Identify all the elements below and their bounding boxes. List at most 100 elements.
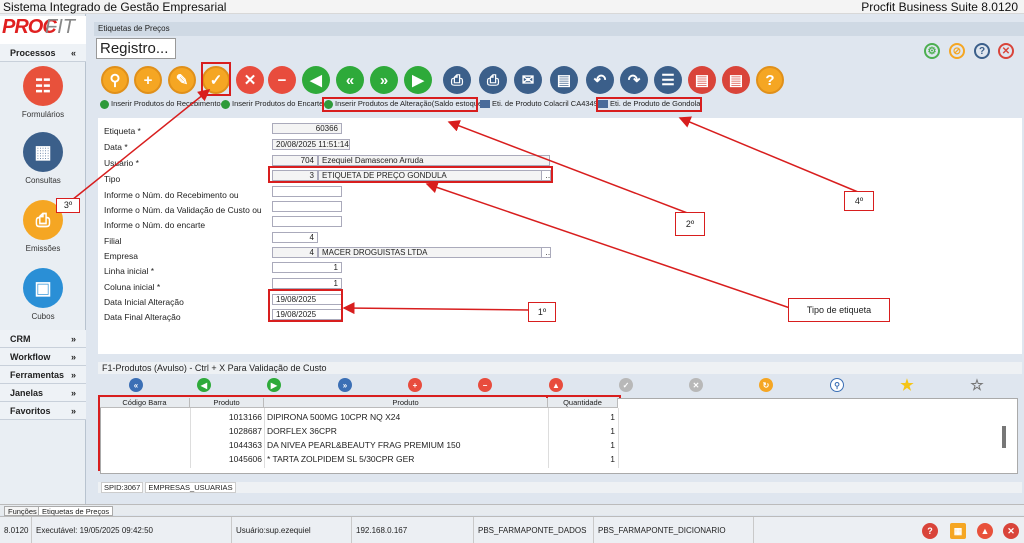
grid-unstar-icon[interactable]: ☆ (970, 377, 984, 394)
etiqueta-field[interactable]: 60366 (272, 123, 342, 134)
recebimento-field[interactable] (272, 186, 342, 197)
callout-1: 1º (528, 302, 556, 322)
previous-toolbar-icon[interactable]: ◀ (302, 66, 330, 94)
sitemap-icon: ☷ (23, 66, 63, 106)
spid-value: EMPRESAS_USUARIAS (145, 482, 236, 493)
window-header: Etiquetas de Preços (94, 22, 1024, 36)
register-button[interactable]: Registro... (96, 38, 176, 59)
coluna-field[interactable]: 1 (272, 278, 342, 289)
spid-label: SPID:3067 (101, 482, 144, 493)
empresa-lookup-button[interactable]: … (541, 247, 551, 258)
grid-cancel-icon[interactable]: ✕ (689, 378, 703, 392)
add-toolbar-icon[interactable]: + (134, 66, 162, 94)
sidebar-item-formularios[interactable]: ☷ Formulários (0, 66, 86, 119)
help-icon[interactable]: ? (974, 43, 990, 59)
filial-field[interactable]: 4 (272, 232, 318, 243)
redo-icon[interactable]: ↷ (620, 66, 648, 94)
encarte-field[interactable] (272, 216, 342, 227)
first-toolbar-icon[interactable]: « (336, 66, 364, 94)
go-icon (221, 99, 230, 109)
usuario-id-field[interactable]: 704 (272, 155, 318, 166)
highlight-datas (268, 289, 343, 322)
chevron-down-icon: » (70, 406, 76, 416)
export-icon[interactable]: ▤ (688, 66, 716, 94)
label-empresa: Empresa (104, 251, 139, 261)
sidebar-section-processos[interactable]: Processos « (0, 44, 86, 62)
search-toolbar-icon[interactable]: ⚲ (101, 66, 129, 94)
grid-remove-icon[interactable]: − (478, 378, 492, 392)
grid-last-icon[interactable]: » (338, 378, 352, 392)
grid-refresh-icon[interactable]: ↻ (759, 378, 773, 392)
validacao-field[interactable] (272, 201, 342, 212)
print-mail-icon[interactable]: ✉ (514, 66, 542, 94)
grid-add-icon[interactable]: + (408, 378, 422, 392)
help-icon[interactable]: ? (922, 523, 938, 539)
grid-check-icon[interactable]: ✓ (619, 378, 633, 392)
suite-title: Procfit Business Suite 8.0120 (861, 0, 1018, 14)
empresa-id-field[interactable]: 4 (272, 247, 318, 258)
grid-first-icon[interactable]: « (129, 378, 143, 392)
sidebar-section-workflow[interactable]: Workflow » (0, 348, 86, 366)
status-db-dicionario: PBS_FARMAPONTE_DICIONARIO (594, 517, 754, 543)
grid-search-icon[interactable]: ⚲ (830, 378, 844, 392)
bottom-tabs: Funções Etiquetas de Preços (0, 504, 1024, 516)
column-produto[interactable]: Produto (264, 398, 548, 408)
action-eti-colacril[interactable]: Eti. de Produto Colacril CA4349 (480, 98, 598, 110)
label-linha: Linha inicial * (104, 266, 155, 276)
cancel-icon[interactable]: ⊘ (949, 43, 965, 59)
status-executavel: Executável: 19/05/2025 09:42:50 (32, 517, 232, 543)
table-scrollbar[interactable] (1002, 426, 1006, 448)
sidebar-item-cubos[interactable]: ▣ Cubos (0, 268, 86, 321)
chevron-down-icon: » (70, 370, 76, 380)
print-preview-icon[interactable]: ⎙ (443, 66, 471, 94)
tab-etiquetas[interactable]: Etiquetas de Preços (38, 506, 114, 516)
column-codigo-barra[interactable]: Código Barra (100, 398, 190, 408)
sidebar-section-favoritos[interactable]: Favoritos » (0, 402, 86, 420)
tab-funcoes[interactable]: Funções (4, 506, 41, 516)
grid-star-icon[interactable]: ★ (900, 377, 914, 394)
list-icon[interactable]: ☰ (654, 66, 682, 94)
logout-icon[interactable]: ▲ (977, 523, 993, 539)
sidebar-section-janelas[interactable]: Janelas » (0, 384, 86, 402)
label-etiqueta: Etiqueta * (104, 126, 141, 136)
settings-icon[interactable]: ⚙ (924, 43, 940, 59)
label-encarte: Informe o Núm. do encarte (104, 220, 206, 230)
app-title: Sistema Integrado de Gestão Empresarial (3, 0, 227, 14)
exit-icon[interactable]: ✕ (1003, 523, 1019, 539)
action-inserir-recebimento[interactable]: Inserir Produtos do Recebimento (100, 98, 221, 110)
print-pdf-icon[interactable]: ▤ (550, 66, 578, 94)
sidebar-section-crm[interactable]: CRM » (0, 330, 86, 348)
last-toolbar-icon[interactable]: » (370, 66, 398, 94)
label-data-inicial: Data Inicial Alteração (104, 297, 184, 307)
action-inserir-encarte[interactable]: Inserir Produtos do Encarte (221, 98, 323, 110)
label-tipo: Tipo (104, 174, 121, 184)
help-search-icon[interactable]: ? (756, 66, 784, 94)
undo-icon[interactable]: ↶ (586, 66, 614, 94)
sidebar-item-consultas[interactable]: ▦ Consultas (0, 132, 86, 185)
grid-next-icon[interactable]: ▶ (267, 378, 281, 392)
grid-prev-icon[interactable]: ◀ (197, 378, 211, 392)
delete-toolbar-icon[interactable]: ✕ (236, 66, 264, 94)
linha-field[interactable]: 1 (272, 262, 342, 273)
usuario-name-field: Ezequiel Damasceno Arruda (318, 155, 550, 166)
grid-header: F1-Produtos (Avulso) - Ctrl + X Para Val… (98, 362, 1022, 374)
sidebar-section-ferramentas[interactable]: Ferramentas » (0, 366, 86, 384)
column-quantidade[interactable]: Quantidade (548, 398, 618, 408)
label-data-final: Data Final Alteração (104, 312, 181, 322)
spid-bar: SPID:3067 EMPRESAS_USUARIAS (98, 482, 1022, 493)
export-chart-icon[interactable]: ▤ (722, 66, 750, 94)
label-filial: Filial (104, 236, 122, 246)
close-icon[interactable]: ✕ (998, 43, 1014, 59)
data-field[interactable]: 20/08/2025 11:51:14 (272, 139, 350, 150)
print-icon[interactable]: ⎙ (479, 66, 507, 94)
table-divider (264, 408, 265, 468)
remove-toolbar-icon[interactable]: − (268, 66, 296, 94)
next-toolbar-icon[interactable]: ▶ (404, 66, 432, 94)
callout-4: 4º (844, 191, 874, 211)
chevron-down-icon: » (70, 388, 76, 398)
edit-toolbar-icon[interactable]: ✎ (168, 66, 196, 94)
grid-up-icon[interactable]: ▲ (549, 378, 563, 392)
calendar-icon[interactable]: ▦ (950, 523, 966, 539)
status-db-dados: PBS_FARMAPONTE_DADOS (474, 517, 594, 543)
column-produto-id[interactable]: Produto (190, 398, 264, 408)
